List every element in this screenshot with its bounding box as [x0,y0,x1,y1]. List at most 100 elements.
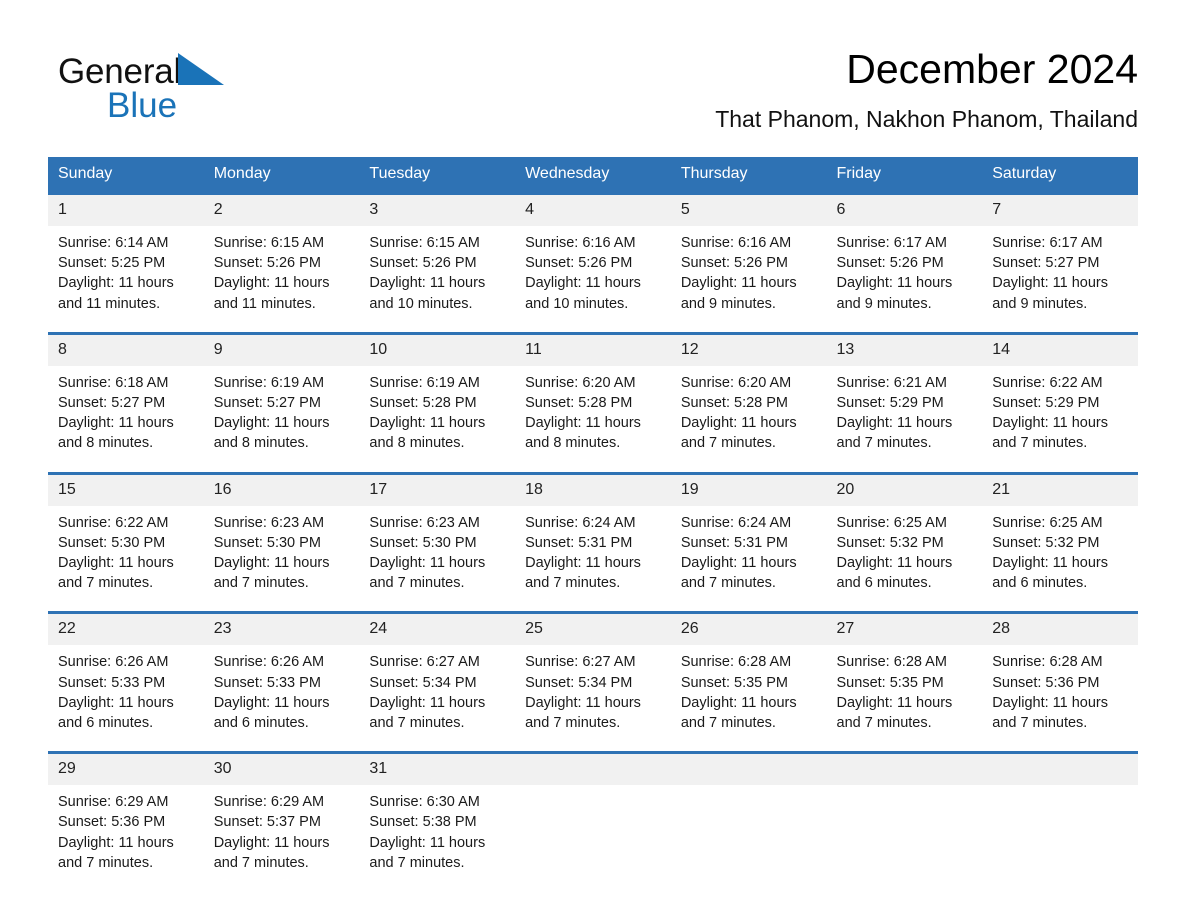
daylight-text-line2: and 7 minutes. [369,715,465,732]
day-number: 20 [826,474,983,506]
calendar-day-cell[interactable]: 17 Sunrise: 6:23 AM Sunset: 5:30 PM Dayligh… [359,471,516,613]
daylight-text-line1: Daylight: 11 hours [58,275,174,292]
sunrise-text: Sunrise: 6:15 AM [369,235,480,251]
day-number: 10 [359,334,516,366]
daylight-text-line1: Daylight: 11 hours [369,694,486,711]
sunrise-text: Sunrise: 6:24 AM [525,514,636,531]
sunset-text: Sunset: 5:33 PM [213,674,321,691]
calendar-header-row: Sunday Monday Tuesday Wednesday Thursday… [48,157,1138,194]
day-details: Sunrise: 6:22 AM Sunset: 5:30 PM Daylight:… [48,506,204,612]
sunset-text: Sunset: 5:28 PM [369,395,477,412]
title-block: December 2024 That Phanom, Nakhon Phanom… [715,45,1138,133]
page-subtitle: That Phanom, Nakhon Phanom, Thailand [715,106,1138,132]
calendar-day-cell[interactable]: 28 Sunrise: 6:28 AM Sunset: 5:36 PM Dayligh… [982,611,1138,753]
daylight-text-line2: and 6 minutes. [992,575,1088,592]
daylight-text-line2: and 7 minutes. [836,435,932,452]
calendar-day-cell[interactable]: 11 Sunrise: 6:20 AM Sunset: 5:28 PM Dayligh… [515,331,671,474]
sunset-text: Sunset: 5:29 PM [992,395,1100,412]
daylight-text-line1: Daylight: 11 hours [369,275,486,292]
sunset-text: Sunset: 5:29 PM [836,395,944,412]
daylight-text-line1: Daylight: 11 hours [58,555,174,572]
calendar-day-cell[interactable]: 20 Sunrise: 6:25 AM Sunset: 5:32 PM Dayligh… [826,471,983,613]
daylight-text-line1: Daylight: 11 hours [680,275,797,292]
calendar-day-cell[interactable]: 19 Sunrise: 6:24 AM Sunset: 5:31 PM Dayligh… [670,471,827,613]
calendar-day-cell[interactable]: 27 Sunrise: 6:28 AM Sunset: 5:35 PM Dayligh… [826,611,983,753]
day-details: Sunrise: 6:28 AM Sunset: 5:35 PM Daylight:… [671,645,827,751]
calendar-day-cell[interactable]: 18 Sunrise: 6:24 AM Sunset: 5:31 PM Dayligh… [515,471,671,613]
calendar-day-cell[interactable]: 24 Sunrise: 6:27 AM Sunset: 5:34 PM Dayligh… [359,611,516,753]
sunrise-text: Sunrise: 6:24 AM [680,514,792,531]
day-number: 6 [826,195,983,226]
day-number: 7 [982,195,1138,226]
day-number: 14 [982,334,1138,366]
day-details: Sunrise: 6:15 AM Sunset: 5:26 PM Daylight:… [204,226,360,332]
sunrise-text: Sunrise: 6:17 AM [992,235,1103,251]
calendar-page: General Blue December 2024 That Phanom, … [0,0,1188,918]
weekday-header-monday: Monday [203,157,360,194]
daylight-text-line1: Daylight: 11 hours [680,555,797,572]
calendar-day-cell[interactable]: 14 Sunrise: 6:22 AM Sunset: 5:29 PM Dayligh… [982,331,1138,474]
daylight-text-line1: Daylight: 11 hours [525,694,641,711]
sunrise-text: Sunrise: 6:18 AM [58,374,169,391]
day-number: 12 [670,334,827,366]
sunset-text: Sunset: 5:36 PM [58,814,166,831]
calendar-day-cell[interactable]: 31 Sunrise: 6:30 AM Sunset: 5:38 PM Dayligh… [359,751,516,901]
calendar-day-cell[interactable]: 13 Sunrise: 6:21 AM Sunset: 5:29 PM Dayligh… [826,331,983,474]
calendar-day-cell[interactable]: 6 Sunrise: 6:17 AM Sunset: 5:26 PM Daylight… [826,192,983,334]
calendar-day-cell[interactable]: 22 Sunrise: 6:26 AM Sunset: 5:33 PM Dayligh… [48,611,204,753]
calendar-day-cell[interactable]: 5 Sunrise: 6:16 AM Sunset: 5:26 PM Daylight… [670,192,827,334]
day-number: 29 [48,754,204,786]
day-details: Sunrise: 6:20 AM Sunset: 5:28 PM Daylight:… [671,366,827,472]
calendar-day-cell[interactable]: 9 Sunrise: 6:19 AM Sunset: 5:27 PM Daylight… [203,331,360,474]
day-number [826,754,983,786]
sunrise-text: Sunrise: 6:28 AM [836,654,947,671]
daylight-text-line1: Daylight: 11 hours [213,834,330,851]
sunrise-text: Sunrise: 6:30 AM [369,794,480,811]
calendar-day-cell[interactable]: 21 Sunrise: 6:25 AM Sunset: 5:32 PM Dayligh… [982,471,1138,613]
sunrise-text: Sunrise: 6:23 AM [213,514,325,531]
calendar-day-cell[interactable]: 15 Sunrise: 6:22 AM Sunset: 5:30 PM Dayligh… [48,471,204,613]
day-details: Sunrise: 6:26 AM Sunset: 5:33 PM Daylight:… [48,645,204,751]
daylight-text-line2: and 8 minutes. [213,435,309,452]
day-details: Sunrise: 6:27 AM Sunset: 5:34 PM Daylight:… [515,645,671,751]
sunset-text: Sunset: 5:26 PM [525,255,633,272]
day-number: 16 [203,474,360,506]
sunset-text: Sunset: 5:34 PM [525,674,633,691]
calendar-day-cell[interactable]: 26 Sunrise: 6:28 AM Sunset: 5:35 PM Dayligh… [670,611,827,753]
daylight-text-line1: Daylight: 11 hours [680,415,797,432]
calendar-day-cell[interactable]: 12 Sunrise: 6:20 AM Sunset: 5:28 PM Dayligh… [670,331,827,474]
calendar-day-cell[interactable]: 2 Sunrise: 6:15 AM Sunset: 5:26 PM Daylight… [203,192,360,334]
daylight-text-line1: Daylight: 11 hours [213,415,330,432]
day-number: 9 [203,334,360,366]
calendar-day-cell[interactable]: 23 Sunrise: 6:26 AM Sunset: 5:33 PM Dayligh… [203,611,360,753]
sunrise-text: Sunrise: 6:29 AM [213,794,325,811]
day-details: Sunrise: 6:17 AM Sunset: 5:27 PM Daylight:… [982,226,1138,332]
generalblue-logo[interactable]: General Blue [58,53,288,133]
sunset-text: Sunset: 5:30 PM [213,534,321,551]
day-details: Sunrise: 6:29 AM Sunset: 5:36 PM Daylight:… [48,785,204,889]
daylight-text-line2: and 10 minutes. [369,295,473,312]
day-number: 24 [359,614,516,646]
calendar-day-cell[interactable]: 7 Sunrise: 6:17 AM Sunset: 5:27 PM Daylight… [982,192,1138,334]
calendar-day-cell[interactable]: 16 Sunrise: 6:23 AM Sunset: 5:30 PM Dayligh… [203,471,360,613]
daylight-text-line1: Daylight: 11 hours [369,415,486,432]
day-details: Sunrise: 6:28 AM Sunset: 5:35 PM Daylight:… [827,645,983,751]
calendar-day-cell[interactable]: 4 Sunrise: 6:16 AM Sunset: 5:26 PM Daylight… [515,192,671,334]
calendar-day-cell[interactable]: 8 Sunrise: 6:18 AM Sunset: 5:27 PM Daylight… [48,331,204,474]
calendar-day-cell[interactable]: 3 Sunrise: 6:15 AM Sunset: 5:26 PM Daylight… [359,192,516,334]
day-details: Sunrise: 6:18 AM Sunset: 5:27 PM Daylight:… [48,366,204,472]
calendar-day-cell[interactable]: 29 Sunrise: 6:29 AM Sunset: 5:36 PM Dayligh… [48,751,204,901]
calendar-day-cell[interactable]: 25 Sunrise: 6:27 AM Sunset: 5:34 PM Dayligh… [515,611,671,753]
sunset-text: Sunset: 5:31 PM [525,534,633,551]
day-details: Sunrise: 6:28 AM Sunset: 5:36 PM Daylight:… [982,645,1138,751]
daylight-text-line2: and 7 minutes. [525,575,621,592]
day-number: 27 [826,614,983,646]
calendar-day-cell[interactable]: 10 Sunrise: 6:19 AM Sunset: 5:28 PM Dayligh… [359,331,516,474]
calendar-table: Sunday Monday Tuesday Wednesday Thursday… [48,157,1138,901]
daylight-text-line2: and 9 minutes. [836,295,932,312]
calendar-day-cell[interactable]: 30 Sunrise: 6:29 AM Sunset: 5:37 PM Dayligh… [203,751,360,901]
sunrise-text: Sunrise: 6:25 AM [992,514,1103,531]
sunrise-text: Sunrise: 6:27 AM [369,654,480,671]
calendar-day-cell[interactable]: 1 Sunrise: 6:14 AM Sunset: 5:25 PM Daylight… [48,192,204,334]
daylight-text-line1: Daylight: 11 hours [213,275,330,292]
